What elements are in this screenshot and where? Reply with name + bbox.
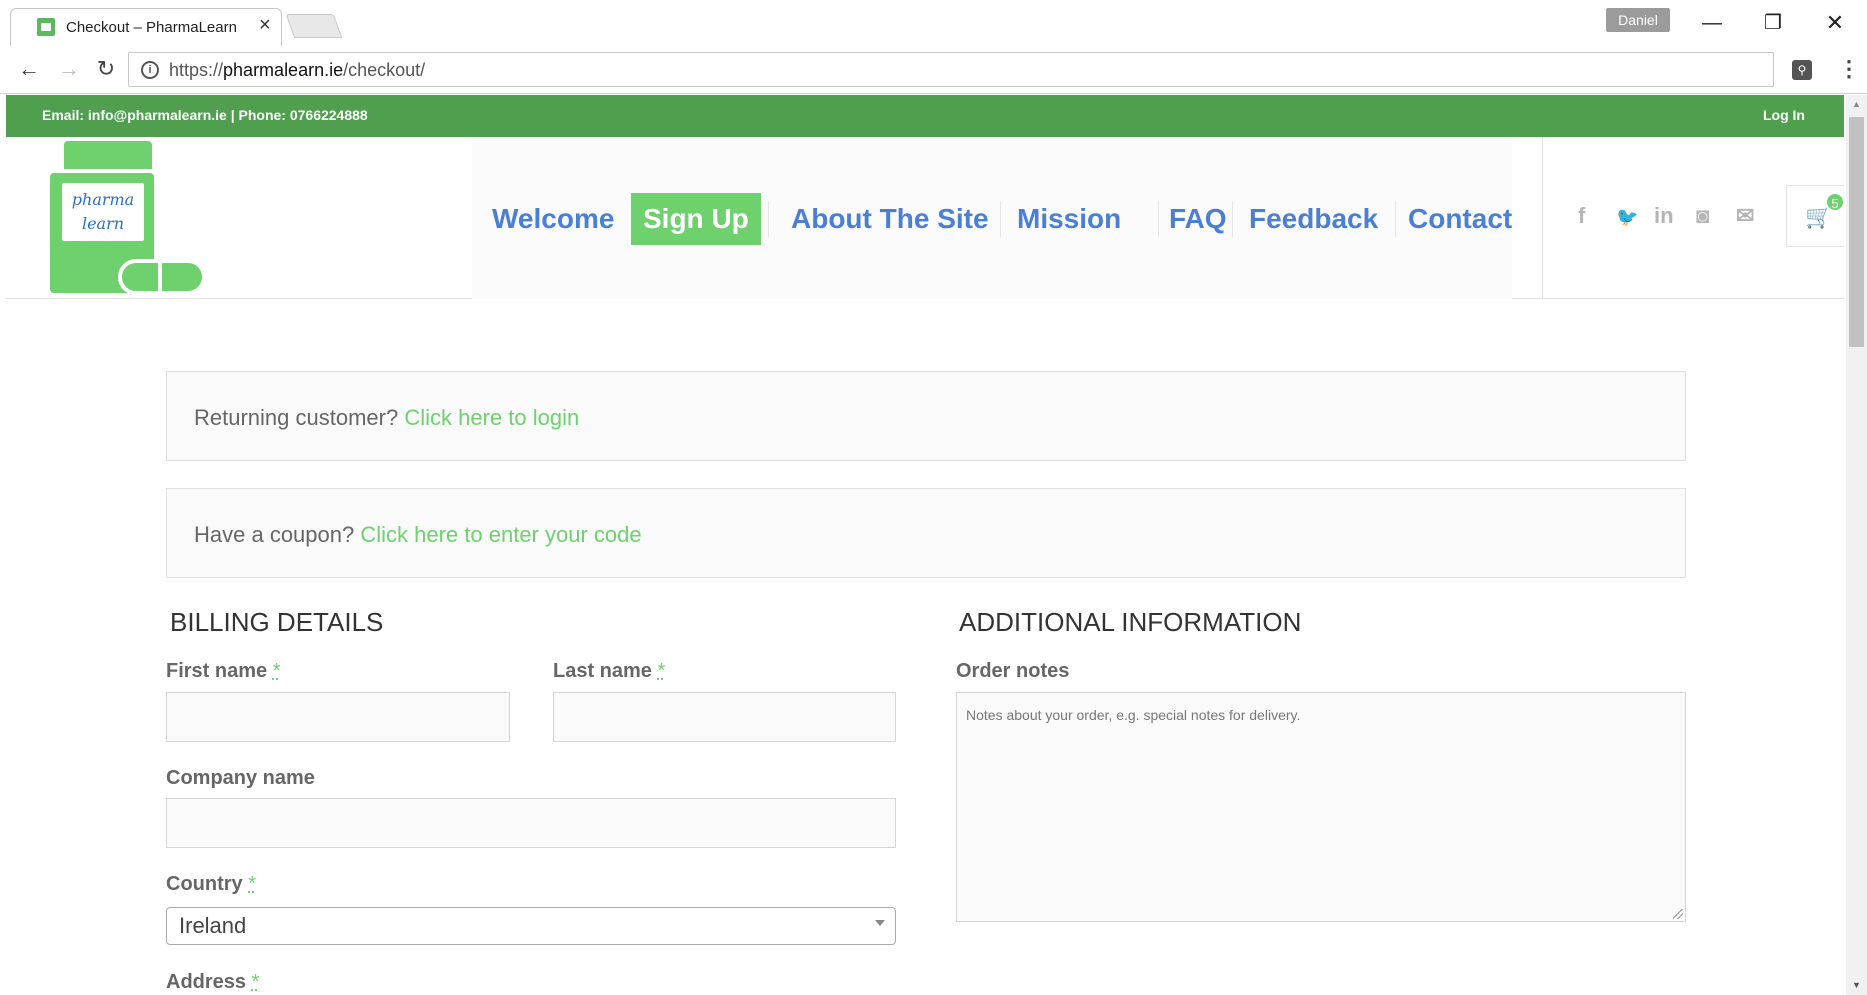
pharmalearn-favicon-icon — [37, 18, 55, 36]
reload-icon[interactable]: ↻ — [93, 56, 119, 82]
header-divider — [1542, 137, 1543, 299]
browser-titlebar: Checkout – PharmaLearn × Daniel — ❐ ✕ — [0, 0, 1867, 46]
scroll-up-arrow-icon[interactable]: ▲ — [1852, 99, 1861, 109]
facebook-icon[interactable]: f — [1578, 203, 1585, 229]
new-tab-button[interactable] — [285, 14, 343, 38]
login-prompt-link[interactable]: Click here to login — [404, 405, 579, 430]
pharmalearn-logo[interactable]: pharma learn — [50, 141, 210, 297]
nav-divider — [768, 201, 769, 237]
site-header: pharma learn Welcome Sign Up About The S… — [6, 137, 1844, 299]
resize-handle-icon[interactable] — [1673, 909, 1683, 919]
logo-bottle-cap — [64, 141, 152, 169]
nav-divider — [1000, 201, 1001, 237]
twitter-icon[interactable]: 🐦 — [1616, 207, 1638, 228]
back-arrow-icon[interactable]: ← — [16, 56, 42, 82]
company-name-label: Company name — [166, 767, 315, 789]
close-tab-icon[interactable]: × — [259, 15, 271, 35]
nav-divider — [1395, 201, 1396, 237]
returning-customer-notice: Returning customer? Click here to login — [166, 371, 1686, 461]
url-text: https://pharmalearn.ie/checkout/ — [169, 60, 426, 80]
billing-details-title: BILLING DETAILS — [170, 607, 384, 637]
address-bar[interactable]: i https://pharmalearn.ie/checkout/ ☆ — [128, 52, 1774, 87]
company-name-input[interactable] — [166, 798, 896, 848]
scroll-thumb[interactable] — [1849, 117, 1864, 347]
nav-feedback[interactable]: Feedback — [1249, 193, 1378, 245]
cart-count-badge: 5 — [1825, 192, 1844, 212]
nav-contact[interactable]: Contact — [1408, 193, 1512, 245]
enter-coupon-link[interactable]: Click here to enter your code — [360, 522, 641, 547]
linkedin-icon[interactable]: in — [1654, 203, 1674, 229]
nav-divider — [1158, 201, 1159, 237]
order-notes-placeholder: Notes about your order, e.g. special not… — [966, 707, 1301, 723]
page-scrollbar[interactable]: ▲ ▼ — [1846, 95, 1867, 995]
logo-label: pharma learn — [62, 183, 144, 241]
logo-pill — [118, 259, 206, 295]
order-notes-label: Order notes — [956, 660, 1070, 682]
coupon-notice: Have a coupon? Click here to enter your … — [166, 488, 1686, 578]
instagram-icon[interactable]: ◙ — [1696, 203, 1709, 229]
first-name-label: First name * — [166, 660, 281, 682]
last-name-label: Last name * — [553, 660, 666, 682]
profile-chip[interactable]: Daniel — [1606, 8, 1670, 32]
browser-toolbar: ← → ↻ i https://pharmalearn.ie/checkout/… — [0, 46, 1867, 94]
contact-info: Email: info@pharmalearn.ie | Phone: 0766… — [42, 107, 368, 123]
last-name-input[interactable] — [553, 692, 896, 742]
nav-about-the-site[interactable]: About The Site — [791, 193, 989, 245]
nav-divider — [1232, 201, 1233, 237]
country-label: Country * — [166, 873, 257, 895]
minimize-icon[interactable]: — — [1697, 10, 1727, 36]
forward-arrow-icon[interactable]: → — [56, 56, 82, 82]
login-link[interactable]: Log In — [1763, 107, 1805, 123]
extension-icon[interactable]: ⚲ — [1792, 60, 1812, 80]
contact-bar: Email: info@pharmalearn.ie | Phone: 0766… — [6, 95, 1844, 137]
menu-icon[interactable]: ⋮ — [1838, 56, 1860, 82]
country-select[interactable]: Ireland — [166, 907, 896, 945]
page-viewport: Email: info@pharmalearn.ie | Phone: 0766… — [6, 95, 1844, 995]
info-icon[interactable]: i — [141, 61, 159, 79]
main-nav: Welcome Sign Up About The Site Mission F… — [472, 137, 1512, 299]
nav-faq[interactable]: FAQ — [1169, 193, 1227, 245]
email-icon[interactable]: ✉ — [1736, 203, 1754, 229]
order-notes-textarea[interactable]: Notes about your order, e.g. special not… — [956, 692, 1686, 922]
nav-mission[interactable]: Mission — [1017, 193, 1121, 245]
nav-welcome[interactable]: Welcome — [492, 193, 614, 245]
nav-sign-up[interactable]: Sign Up — [631, 193, 761, 245]
restore-icon[interactable]: ❐ — [1758, 10, 1788, 36]
chevron-down-icon — [875, 920, 885, 926]
tab-title: Checkout – PharmaLearn — [66, 19, 237, 36]
scroll-down-arrow-icon[interactable]: ▼ — [1852, 980, 1861, 990]
first-name-input[interactable] — [166, 692, 510, 742]
cart-button[interactable]: 🛒 5 — [1786, 185, 1844, 247]
browser-tab[interactable]: Checkout – PharmaLearn × — [10, 8, 282, 46]
close-window-icon[interactable]: ✕ — [1820, 10, 1850, 36]
additional-information-title: ADDITIONAL INFORMATION — [959, 607, 1302, 637]
address-label: Address * — [166, 971, 260, 993]
